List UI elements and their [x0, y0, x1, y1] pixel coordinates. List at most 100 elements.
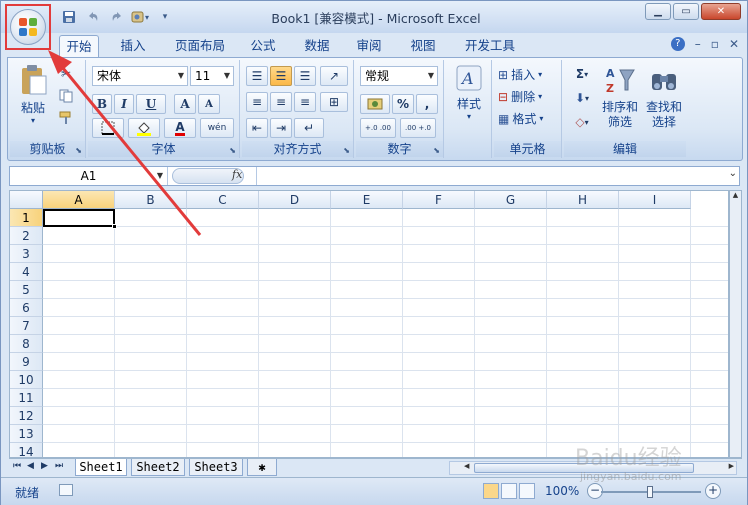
zoom-level[interactable]: 100%	[545, 484, 579, 498]
underline-button[interactable]: U	[136, 94, 166, 114]
font-color-button[interactable]: A	[164, 118, 196, 138]
row-header-4[interactable]: 4	[10, 263, 43, 281]
zoom-in-icon[interactable]: +	[705, 483, 721, 499]
tab-data[interactable]: 数据	[295, 35, 339, 57]
name-box[interactable]: A1 ▼	[10, 167, 168, 185]
sheet-tab-sheet3[interactable]: Sheet3	[189, 459, 243, 476]
help-icon[interactable]: ?	[670, 37, 685, 51]
sheet-tab-sheet2[interactable]: Sheet2	[131, 459, 185, 476]
align-center-icon[interactable]: ≡	[270, 92, 292, 112]
fill-handle[interactable]	[112, 224, 117, 229]
merge-center-icon[interactable]: ⊞	[320, 92, 348, 112]
fill-color-button[interactable]	[128, 118, 160, 138]
last-sheet-icon[interactable]: ⏭	[55, 461, 63, 471]
tab-page-layout[interactable]: 页面布局	[167, 35, 233, 57]
customize-icon[interactable]: ▾	[131, 8, 151, 26]
italic-button[interactable]: I	[114, 94, 134, 114]
clear-button[interactable]: ◇ ▾	[568, 112, 596, 132]
save-icon[interactable]	[59, 8, 79, 26]
selected-cell[interactable]	[43, 209, 117, 229]
ribbon-close-icon[interactable]: ✕	[729, 37, 739, 51]
next-sheet-icon[interactable]: ▶	[41, 461, 48, 471]
align-left-icon[interactable]: ≡	[246, 92, 268, 112]
insert-sheet-icon[interactable]: ✱	[247, 459, 277, 476]
phonetic-button[interactable]: wén	[200, 118, 234, 138]
decrease-decimal-button[interactable]: .00 +.0	[400, 118, 436, 138]
row-header-5[interactable]: 5	[10, 281, 43, 299]
tab-developer[interactable]: 开发工具	[457, 35, 523, 57]
number-launcher-icon[interactable]: ⬊	[433, 146, 440, 155]
row-header-13[interactable]: 13	[10, 425, 43, 443]
worksheet-grid[interactable]: ABCDEFGHI 1 2 3 4 5 6 7 8 9 10 11 12 13 14	[9, 190, 729, 458]
column-header-c[interactable]: C	[187, 191, 259, 209]
row-header-1[interactable]: 1	[10, 209, 43, 227]
column-header-e[interactable]: E	[331, 191, 403, 209]
sort-filter-button[interactable]: AZ 排序和 筛选	[600, 64, 640, 129]
grow-font-button[interactable]: A	[174, 94, 196, 114]
row-header-14[interactable]: 14	[10, 443, 43, 457]
column-header-h[interactable]: H	[547, 191, 619, 209]
zoom-slider-thumb[interactable]	[647, 486, 653, 498]
currency-icon[interactable]	[360, 94, 390, 114]
ribbon-minimize-icon[interactable]: –	[695, 37, 701, 51]
row-header-8[interactable]: 8	[10, 335, 43, 353]
ribbon-restore-icon[interactable]: ▫	[711, 37, 719, 51]
comma-button[interactable]: ,	[416, 94, 438, 114]
insert-cells-button[interactable]: ⊞ 插入 ▾	[498, 66, 542, 83]
styles-button[interactable]: A 样式 ▾	[450, 64, 488, 138]
scroll-left-icon[interactable]: ◀	[464, 462, 469, 470]
delete-cells-button[interactable]: ⊟ 删除 ▾	[498, 88, 542, 105]
maximize-icon[interactable]: ▭	[673, 3, 699, 20]
row-header-6[interactable]: 6	[10, 299, 43, 317]
tab-insert[interactable]: 插入	[111, 35, 155, 57]
border-button[interactable]	[92, 118, 124, 138]
row-header-9[interactable]: 9	[10, 353, 43, 371]
column-header-f[interactable]: F	[403, 191, 475, 209]
vertical-scrollbar[interactable]: ▲	[729, 190, 742, 458]
undo-icon[interactable]	[83, 8, 103, 26]
wrap-text-icon[interactable]: ↵	[294, 118, 324, 138]
zoom-slider[interactable]	[601, 486, 701, 498]
copy-icon[interactable]	[56, 86, 76, 106]
align-middle-icon[interactable]: ☰	[270, 66, 292, 86]
paste-dropdown-icon[interactable]: ▾	[16, 116, 50, 125]
expand-formula-icon[interactable]: ⌄	[729, 168, 737, 179]
page-layout-view-icon[interactable]	[501, 483, 517, 499]
scroll-up-icon[interactable]: ▲	[730, 191, 741, 203]
cut-icon[interactable]: ✂	[56, 64, 76, 84]
tab-formulas[interactable]: 公式	[243, 35, 283, 57]
format-cells-button[interactable]: ▦ 格式 ▾	[498, 110, 543, 127]
font-size-select[interactable]: 11 ▼	[190, 66, 234, 86]
orientation-icon[interactable]: ↗	[320, 66, 348, 86]
office-button[interactable]	[5, 4, 51, 50]
row-header-3[interactable]: 3	[10, 245, 43, 263]
font-launcher-icon[interactable]: ⬊	[229, 146, 236, 155]
normal-view-icon[interactable]	[483, 483, 499, 499]
scroll-right-icon[interactable]: ▶	[729, 462, 734, 470]
minimize-icon[interactable]: ▁	[645, 3, 671, 20]
percent-button[interactable]: %	[392, 94, 414, 114]
clipboard-launcher-icon[interactable]: ⬊	[75, 146, 82, 155]
first-sheet-icon[interactable]: ⏮	[13, 461, 21, 471]
close-icon[interactable]: ✕	[701, 3, 741, 20]
formula-input[interactable]	[256, 167, 721, 185]
column-header-b[interactable]: B	[115, 191, 187, 209]
qat-dropdown-icon[interactable]: ▾	[155, 8, 175, 26]
macro-record-icon[interactable]	[59, 484, 73, 496]
prev-sheet-icon[interactable]: ◀	[27, 461, 34, 471]
column-header-i[interactable]: I	[619, 191, 691, 209]
row-header-10[interactable]: 10	[10, 371, 43, 389]
increase-indent-icon[interactable]: ⇥	[270, 118, 292, 138]
sheet-tab-sheet1[interactable]: Sheet1	[75, 459, 127, 476]
bold-button[interactable]: B	[92, 94, 112, 114]
font-name-select[interactable]: 宋体 ▼	[92, 66, 188, 86]
align-top-icon[interactable]: ☰	[246, 66, 268, 86]
row-header-2[interactable]: 2	[10, 227, 43, 245]
alignment-launcher-icon[interactable]: ⬊	[343, 146, 350, 155]
column-header-d[interactable]: D	[259, 191, 331, 209]
increase-decimal-button[interactable]: +.0 .00	[360, 118, 396, 138]
select-all-corner[interactable]	[10, 191, 43, 209]
tab-view[interactable]: 视图	[401, 35, 445, 57]
format-painter-icon[interactable]	[56, 108, 76, 128]
align-right-icon[interactable]: ≡	[294, 92, 316, 112]
